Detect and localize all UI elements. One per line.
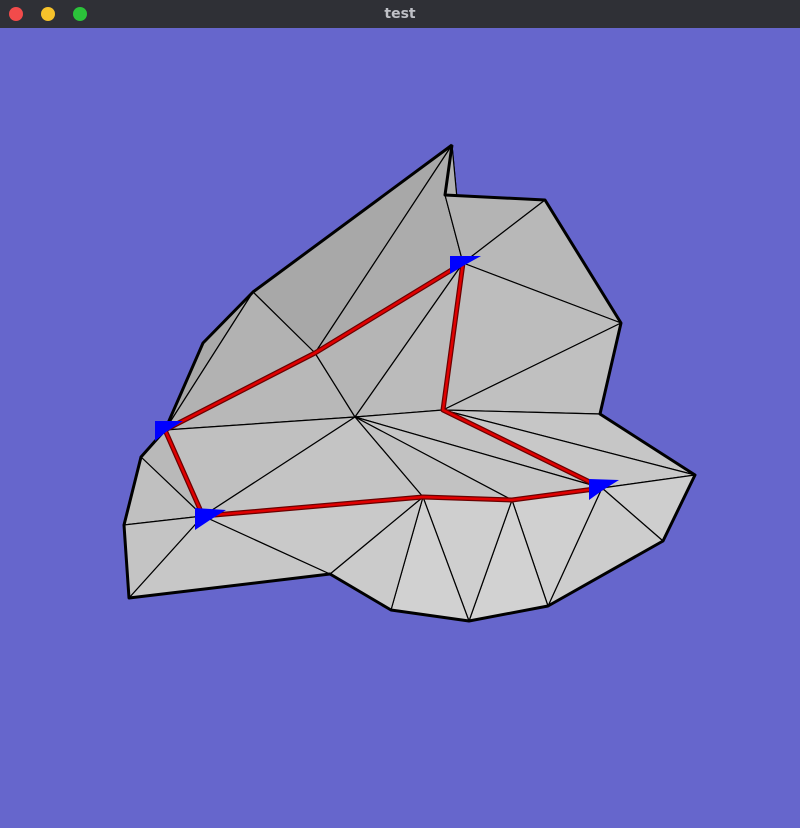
3d-viewport[interactable] [0,28,800,828]
mesh-faces [123,144,696,622]
window-title: test [384,6,416,22]
mesh-canvas[interactable] [0,28,800,828]
window-titlebar: test [0,0,800,28]
